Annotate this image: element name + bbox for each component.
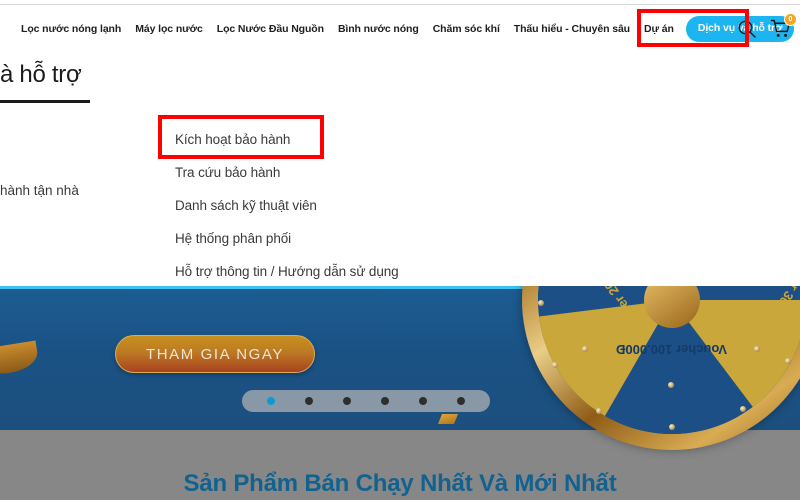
menu-item-technician-list[interactable]: Danh sách kỹ thuật viên: [175, 189, 399, 222]
wheel-label-voucher-100: Voucher 100.000Đ: [616, 342, 728, 357]
carousel-dot-2[interactable]: [305, 397, 313, 405]
header-actions: 0: [734, 13, 797, 43]
nav-item-binh-nuoc-nong[interactable]: Bình nước nóng: [331, 24, 426, 35]
carousel-dot-3[interactable]: [343, 397, 351, 405]
search-button[interactable]: [734, 15, 760, 43]
wheel-stud: [596, 408, 602, 414]
cart-button[interactable]: 0: [768, 13, 797, 43]
page-root: Voucher 100.000Đ Voucher 200.000Đ Vouche…: [0, 0, 800, 500]
menu-item-lookup-warranty[interactable]: Tra cứu bảo hành: [175, 156, 399, 189]
wheel-stud: [785, 358, 791, 364]
carousel-dot-5[interactable]: [419, 397, 427, 405]
carousel-dot-4[interactable]: [381, 397, 389, 405]
wheel-stud: [740, 406, 746, 412]
wheel-stud: [669, 424, 675, 430]
title-underline: [0, 100, 90, 103]
carousel-dot-6[interactable]: [457, 397, 465, 405]
search-icon: [738, 20, 756, 38]
menu-item-support-guide[interactable]: Hỗ trợ thông tin / Hướng dẫn sử dụng: [175, 255, 399, 288]
wheel-stud: [582, 346, 588, 352]
products-section-title: Sản Phẩm Bán Chạy Nhất Và Mới Nhất: [183, 470, 617, 497]
wheel-stud: [754, 346, 760, 352]
wheel-stud: [668, 382, 674, 388]
dropdown-left-column: hành tận nhà: [0, 181, 79, 201]
menu-item-activate-warranty[interactable]: Kích hoạt bảo hành: [175, 123, 399, 156]
dropdown-heading-block: à hỗ trợ: [0, 58, 90, 103]
menu-item-distribution-system[interactable]: Hệ thống phân phối: [175, 222, 399, 255]
dropdown-menu-list: Kích hoạt bảo hành Tra cứu bảo hành Danh…: [175, 123, 399, 288]
wheel-stud: [552, 362, 558, 368]
site-header: Lọc nước nóng lạnh Máy lọc nước Lọc Nước…: [0, 5, 800, 53]
page-title: à hỗ trợ: [0, 61, 82, 88]
cart-count-badge: 0: [784, 13, 797, 26]
nav-item-du-an[interactable]: Dự án: [637, 24, 681, 35]
service-dropdown-panel: hành tận nhà Kích hoạt bảo hành Tra cứu …: [0, 53, 800, 286]
wheel-stud: [538, 300, 544, 306]
main-navigation: Lọc nước nóng lạnh Máy lọc nước Lọc Nước…: [14, 16, 795, 42]
nav-item-cham-soc-khi[interactable]: Chăm sóc khí: [426, 24, 507, 35]
carousel-pagination[interactable]: [242, 390, 490, 412]
carousel-dot-1[interactable]: [267, 397, 275, 405]
dropdown-left-item-0[interactable]: hành tận nhà: [0, 181, 79, 201]
nav-item-loc-nuoc-nong-lanh[interactable]: Lọc nước nóng lạnh: [14, 24, 128, 35]
nav-item-thau-hieu-chuyen-sau[interactable]: Thấu hiểu - Chuyên sâu: [507, 24, 637, 35]
nav-item-loc-nuoc-dau-nguon[interactable]: Lọc Nước Đầu Nguồn: [210, 24, 331, 35]
nav-item-may-loc-nuoc[interactable]: Máy lọc nước: [128, 24, 210, 35]
join-now-button[interactable]: THAM GIA NGAY: [115, 335, 315, 373]
